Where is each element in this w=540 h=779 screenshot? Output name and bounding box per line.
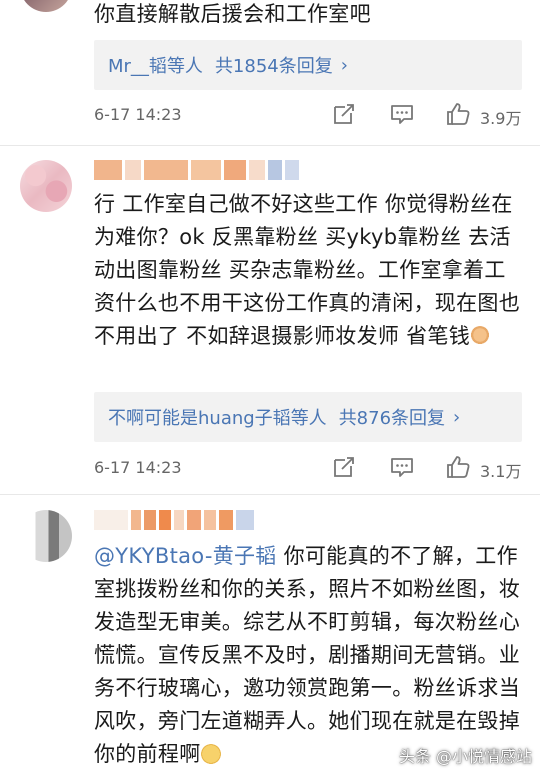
reply-summary[interactable]: 不啊可能是huang子韬 等人 共876条回复 › bbox=[94, 392, 522, 442]
comment-text: 你直接解散后援会和工作室吧 bbox=[94, 2, 371, 26]
watermark: 头条 @小悦情感站 bbox=[398, 747, 532, 766]
timestamp: 6-17 14:23 bbox=[94, 105, 182, 124]
reply-count[interactable]: 共876条回复 bbox=[339, 404, 445, 430]
reply-users[interactable]: Mr__韬 bbox=[108, 52, 167, 78]
comment-text: @YKYBtao-黄子韬 你可能真的不了解，工作室挑拨粉丝和你的关系，照片不如粉… bbox=[94, 540, 524, 771]
comment-icon[interactable] bbox=[388, 453, 416, 481]
chevron-right-icon: › bbox=[453, 406, 461, 428]
chevron-right-icon: › bbox=[340, 54, 348, 76]
comment-body: 你可能真的不了解，工作室挑拨粉丝和你的关系，照片不如粉丝图，妆发造型无审美。综艺… bbox=[94, 544, 520, 766]
divider bbox=[0, 494, 540, 495]
reply-summary[interactable]: Mr__韬 等人 共1854条回复 › bbox=[94, 40, 522, 90]
like-count: 3.9万 bbox=[480, 109, 522, 128]
reply-etc: 等人 bbox=[290, 408, 327, 429]
reply-count[interactable]: 共1854条回复 bbox=[215, 52, 333, 78]
thumbs-up-emoji-icon bbox=[470, 326, 491, 346]
comment-text: 行 工作室自己做不好这些工作 你觉得粉丝在为难你？ok 反黑靠粉丝 买ykyb靠… bbox=[94, 188, 524, 353]
username-blurred[interactable] bbox=[94, 510, 254, 530]
divider bbox=[0, 145, 540, 146]
mention-link[interactable]: @YKYBtao-黄子韬 bbox=[94, 544, 277, 568]
comment-3: @YKYBtao-黄子韬 你可能真的不了解，工作室挑拨粉丝和你的关系，照片不如粉… bbox=[0, 500, 540, 779]
reply-etc: 等人 bbox=[166, 56, 203, 77]
comment-body: 行 工作室自己做不好这些工作 你觉得粉丝在为难你？ok 反黑靠粉丝 买ykyb靠… bbox=[94, 192, 520, 348]
sad-face-emoji-icon bbox=[200, 744, 221, 764]
share-icon[interactable] bbox=[330, 100, 358, 128]
avatar[interactable] bbox=[20, 0, 72, 12]
share-icon[interactable] bbox=[330, 453, 358, 481]
avatar[interactable] bbox=[20, 510, 72, 562]
comment-2: 行 工作室自己做不好这些工作 你觉得粉丝在为难你？ok 反黑靠粉丝 买ykyb靠… bbox=[0, 150, 540, 495]
reply-users[interactable]: 不啊可能是huang子韬 bbox=[108, 404, 291, 430]
comment-1: 你直接解散后援会和工作室吧 Mr__韬 等人 共1854条回复 › 6-17 1… bbox=[0, 0, 540, 150]
comment-meta: 6-17 14:23 3.9万 bbox=[94, 100, 524, 130]
comment-meta: 6-17 14:23 3.1万 bbox=[94, 453, 524, 483]
username-blurred[interactable] bbox=[94, 160, 299, 180]
avatar[interactable] bbox=[20, 160, 72, 212]
comment-feed: 你直接解散后援会和工作室吧 Mr__韬 等人 共1854条回复 › 6-17 1… bbox=[0, 0, 540, 779]
like-icon[interactable] bbox=[444, 453, 472, 481]
like-icon[interactable] bbox=[444, 100, 472, 128]
comment-icon[interactable] bbox=[388, 100, 416, 128]
like-count: 3.1万 bbox=[480, 462, 522, 481]
timestamp: 6-17 14:23 bbox=[94, 458, 182, 477]
